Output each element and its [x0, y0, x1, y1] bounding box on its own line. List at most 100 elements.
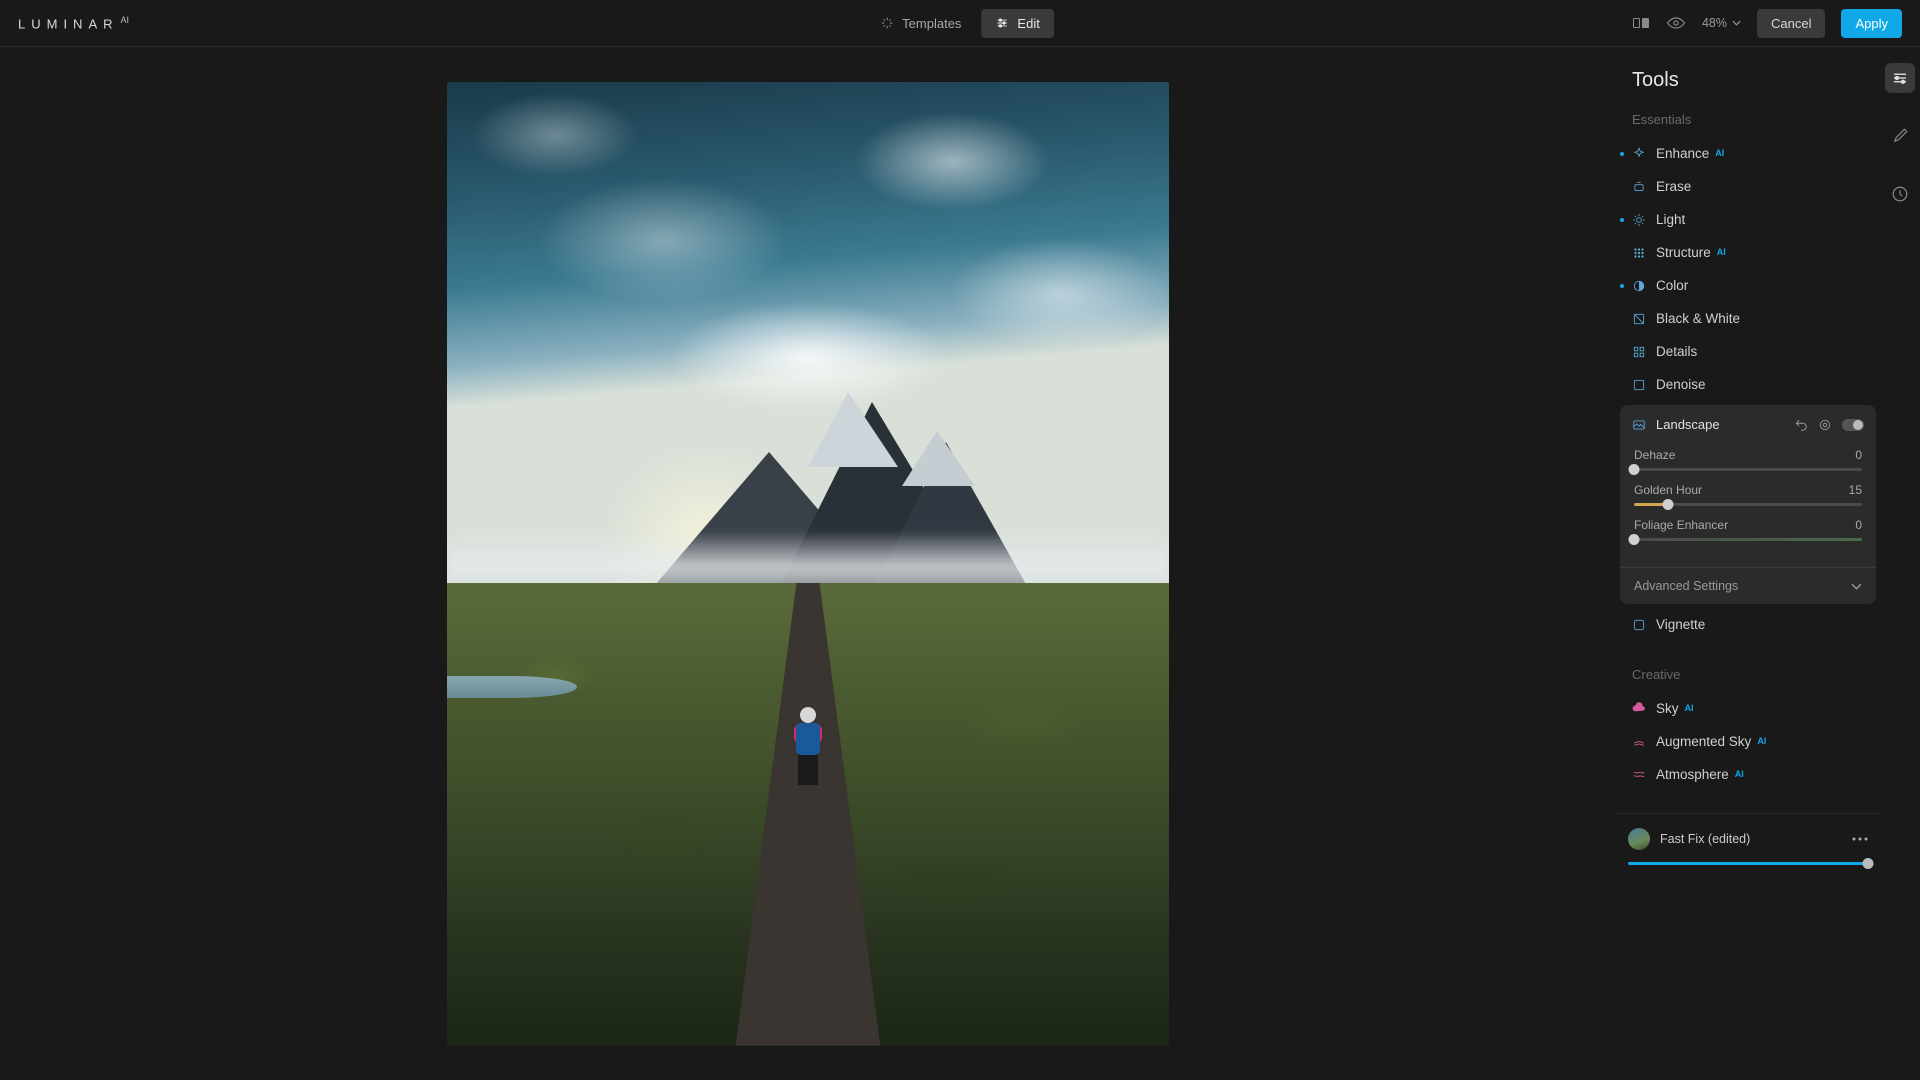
creative-label: Creative: [1616, 667, 1880, 692]
tool-erase[interactable]: Erase: [1616, 170, 1880, 203]
app-suffix: AI: [121, 15, 130, 25]
tool-augmented-sky[interactable]: Augmented Sky AI: [1616, 725, 1880, 758]
tool-details[interactable]: Details: [1616, 335, 1880, 368]
tab-label: Templates: [902, 16, 961, 31]
denoise-icon: [1632, 378, 1646, 392]
ai-badge: AI: [1757, 736, 1766, 746]
zoom-value: 48%: [1702, 16, 1727, 30]
templates-tab[interactable]: Templates: [866, 9, 975, 38]
foliage-thumb[interactable]: [1629, 534, 1640, 545]
tool-label: Color: [1656, 278, 1688, 293]
light-icon: [1632, 213, 1646, 227]
slider-label: Foliage Enhancer: [1634, 518, 1728, 532]
history-icon[interactable]: [1885, 179, 1915, 209]
aug-sky-icon: [1632, 735, 1646, 749]
ai-badge: AI: [1685, 703, 1694, 713]
slider-value: 0: [1855, 518, 1862, 532]
ai-badge: AI: [1715, 148, 1724, 158]
topbar: LUMINARAI Templates Edit 48% Cancel Appl…: [0, 0, 1920, 47]
tool-color[interactable]: Color: [1616, 269, 1880, 302]
panel-title: Tools: [1616, 69, 1880, 112]
color-icon: [1632, 279, 1646, 293]
structure-icon: [1632, 246, 1646, 260]
preset-slider[interactable]: [1628, 862, 1868, 865]
edit-tools-icon[interactable]: [1885, 63, 1915, 93]
foliage-track[interactable]: [1634, 538, 1862, 541]
dehaze-track[interactable]: [1634, 468, 1862, 471]
tool-light[interactable]: Light: [1616, 203, 1880, 236]
preset-name: Fast Fix (edited): [1660, 832, 1750, 846]
tool-label: Enhance: [1656, 146, 1709, 161]
eye-icon[interactable]: [1666, 16, 1686, 30]
essentials-label: Essentials: [1616, 112, 1880, 137]
landscape-sliders: Dehaze0 Golden Hour15 Foliage Enhancer0: [1620, 444, 1876, 567]
tab-label: Edit: [1017, 16, 1039, 31]
advanced-settings-row[interactable]: Advanced Settings: [1620, 567, 1876, 604]
slider-value: 0: [1855, 448, 1862, 462]
right-column: Tools Essentials Enhance AI Erase Light S…: [1616, 47, 1920, 1080]
details-icon: [1632, 345, 1646, 359]
preset-row[interactable]: Fast Fix (edited): [1628, 828, 1868, 850]
tool-landscape-expanded: Landscape Dehaze0 Golden Hour15: [1620, 405, 1876, 604]
mode-tabs: Templates Edit: [866, 9, 1054, 38]
preset-thumb: [1628, 828, 1650, 850]
landscape-header[interactable]: Landscape: [1620, 405, 1876, 444]
erase-icon: [1632, 180, 1646, 194]
tool-label: Landscape: [1656, 417, 1720, 432]
tools-panel: Tools Essentials Enhance AI Erase Light S…: [1616, 47, 1880, 1080]
zoom-dropdown[interactable]: 48%: [1702, 16, 1741, 30]
main-area: Tools Essentials Enhance AI Erase Light S…: [0, 47, 1920, 1080]
tool-label: Vignette: [1656, 617, 1705, 632]
tool-bw[interactable]: Black & White: [1616, 302, 1880, 335]
edit-tab[interactable]: Edit: [981, 9, 1053, 38]
chevron-down-icon: [1732, 20, 1741, 26]
tool-label: Denoise: [1656, 377, 1706, 392]
bw-icon: [1632, 312, 1646, 326]
slider-value: 15: [1849, 483, 1862, 497]
modified-dot: [1620, 152, 1624, 156]
tool-label: Structure: [1656, 245, 1711, 260]
tool-denoise[interactable]: Denoise: [1616, 368, 1880, 401]
mask-icon[interactable]: [1818, 418, 1832, 432]
cancel-button[interactable]: Cancel: [1757, 9, 1825, 38]
golden-thumb[interactable]: [1663, 499, 1674, 510]
undo-icon[interactable]: [1794, 418, 1808, 432]
brush-icon[interactable]: [1885, 121, 1915, 151]
ai-badge: AI: [1735, 769, 1744, 779]
preset-thumb-handle[interactable]: [1863, 858, 1874, 869]
chevron-down-icon: [1851, 583, 1862, 590]
dehaze-thumb[interactable]: [1629, 464, 1640, 475]
tool-structure[interactable]: Structure AI: [1616, 236, 1880, 269]
more-icon[interactable]: [1852, 837, 1868, 841]
tool-label: Erase: [1656, 179, 1691, 194]
tool-label: Augmented Sky: [1656, 734, 1751, 749]
golden-track[interactable]: [1634, 503, 1862, 506]
photo-preview: [447, 82, 1169, 1046]
iconstrip: [1880, 47, 1920, 1080]
landscape-toggle[interactable]: [1842, 419, 1864, 431]
foliage-slider-row: Foliage Enhancer 0: [1634, 518, 1862, 541]
vignette-icon: [1632, 618, 1646, 632]
tool-enhance[interactable]: Enhance AI: [1616, 137, 1880, 170]
tool-label: Details: [1656, 344, 1697, 359]
tool-label: Light: [1656, 212, 1685, 227]
ai-badge: AI: [1717, 247, 1726, 257]
apply-button[interactable]: Apply: [1841, 9, 1902, 38]
topbar-right: 48% Cancel Apply: [1632, 9, 1902, 38]
app-name: LUMINAR: [18, 16, 119, 31]
sparkle-icon: [880, 16, 894, 30]
atmosphere-icon: [1632, 768, 1646, 782]
tool-label: Black & White: [1656, 311, 1740, 326]
tool-sky[interactable]: Sky AI: [1616, 692, 1880, 725]
compare-icon[interactable]: [1632, 16, 1650, 30]
landscape-icon: [1632, 418, 1646, 432]
tool-vignette[interactable]: Vignette: [1616, 608, 1880, 641]
tool-label: Sky: [1656, 701, 1679, 716]
tool-label: Atmosphere: [1656, 767, 1729, 782]
sliders-icon: [995, 16, 1009, 30]
tool-atmosphere[interactable]: Atmosphere AI: [1616, 758, 1880, 791]
canvas-area[interactable]: [0, 47, 1616, 1080]
modified-dot: [1620, 218, 1624, 222]
modified-dot: [1620, 284, 1624, 288]
slider-label: Golden Hour: [1634, 483, 1702, 497]
